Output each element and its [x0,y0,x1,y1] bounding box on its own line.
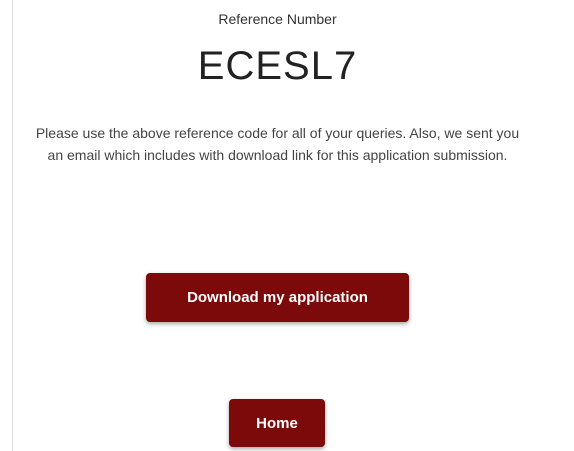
reference-number-label: Reference Number [218,11,337,27]
home-button[interactable]: Home [229,399,325,447]
reference-code: ECESL7 [197,44,358,88]
submission-confirmation-page: Reference Number ECESL7 Please use the a… [0,0,574,451]
download-application-button[interactable]: Download my application [146,273,409,322]
confirmation-message: Please use the above reference code for … [35,125,520,163]
